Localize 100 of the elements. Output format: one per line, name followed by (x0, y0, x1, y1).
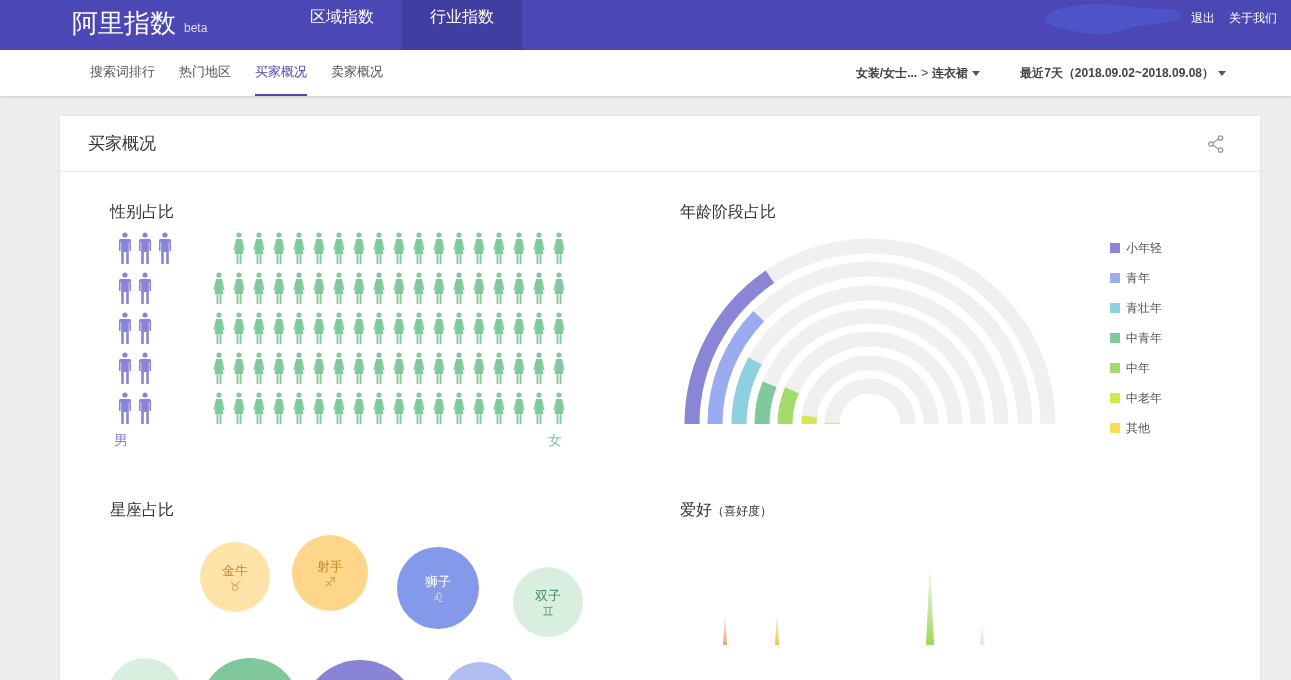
nav-tab[interactable]: 区域指数 (282, 0, 402, 50)
female-figure-icon (392, 272, 406, 304)
male-figure-icon (138, 392, 152, 424)
date-dropdown[interactable]: 最近7天（2018.09.02~2018.09.08） (1020, 50, 1226, 96)
ring-bar (801, 415, 817, 425)
male-figure-icon (138, 272, 152, 304)
female-figure-icon (512, 312, 526, 344)
category-dropdown[interactable]: 女装/女士... > 连衣裙 (855, 50, 981, 96)
female-figure-icon (412, 352, 426, 384)
female-figure-icon (452, 392, 466, 424)
male-figure-icon (138, 312, 152, 344)
female-figure-icon (432, 272, 446, 304)
female-figure-icon (232, 392, 246, 424)
female-figure-icon (452, 272, 466, 304)
female-figure-icon (472, 392, 486, 424)
bubble-label: 狮子 (425, 572, 451, 591)
sub-tab[interactable]: 热门地区 (179, 50, 231, 96)
female-figure-icon (352, 232, 366, 264)
female-figure-icon (352, 392, 366, 424)
sub-tab[interactable]: 卖家概况 (331, 50, 383, 96)
female-figure-icon (492, 392, 506, 424)
female-figure-icon (372, 352, 386, 384)
zodiac-symbol: ♌ (432, 590, 444, 604)
female-figure-icon (372, 272, 386, 304)
female-figure-icon (312, 352, 326, 384)
female-figure-icon (332, 312, 346, 344)
female-label: 女 (548, 432, 562, 450)
female-figure-icon (392, 312, 406, 344)
female-figure-icon (292, 272, 306, 304)
female-figure-icon (392, 232, 406, 264)
female-figure-icon (552, 352, 566, 384)
female-figure-icon (212, 352, 226, 384)
legend-label: 小年轻 (1126, 239, 1162, 257)
female-figure-icon (452, 312, 466, 344)
section-subtitle: （喜好度） (712, 504, 772, 518)
female-figure-icon (472, 232, 486, 264)
female-figure-icon (272, 312, 286, 344)
legend-label: 中青年 (1126, 329, 1162, 347)
sub-tab[interactable]: 搜索词排行 (90, 50, 155, 96)
female-figure-icon (332, 232, 346, 264)
female-figure-icon (512, 232, 526, 264)
female-figure-icon (312, 232, 326, 264)
female-figure-icon (212, 272, 226, 304)
female-figure-icon (392, 392, 406, 424)
female-figure-icon (312, 272, 326, 304)
section-title: 年龄阶段占比 (680, 202, 777, 222)
female-figure-icon (512, 352, 526, 384)
male-figure-icon (118, 232, 132, 264)
logo[interactable]: 阿里指数 (72, 6, 176, 41)
bubble-label: 金牛 (222, 561, 248, 580)
legend-label: 青年 (1126, 269, 1150, 287)
female-figure-icon (332, 352, 346, 384)
female-figure-icon (292, 352, 306, 384)
bubble-label: 射手 (317, 557, 343, 576)
male-figure-icon (138, 352, 152, 384)
male-figure-icon (138, 232, 152, 264)
legend-label: 其他 (1126, 419, 1150, 437)
female-figure-icon (372, 392, 386, 424)
female-figure-icon (292, 232, 306, 264)
header-link[interactable]: 退出 (1191, 0, 1215, 50)
female-figure-icon (332, 272, 346, 304)
female-figure-icon (292, 312, 306, 344)
male-figure-icon (118, 352, 132, 384)
beta-label: beta (184, 21, 208, 35)
female-figure-icon (232, 232, 246, 264)
female-figure-icon (532, 352, 546, 384)
nav-tab[interactable]: 行业指数 (402, 0, 522, 50)
female-figure-icon (372, 232, 386, 264)
female-figure-icon (492, 232, 506, 264)
female-figure-icon (232, 352, 246, 384)
female-figure-icon (212, 392, 226, 424)
female-figure-icon (472, 352, 486, 384)
female-figure-icon (252, 232, 266, 264)
female-figure-icon (312, 392, 326, 424)
share-icon[interactable] (1208, 134, 1224, 153)
female-figure-icon (412, 392, 426, 424)
female-figure-icon (252, 312, 266, 344)
female-figure-icon (272, 352, 286, 384)
header-link[interactable]: 关于我们 (1229, 0, 1277, 50)
female-figure-icon (232, 312, 246, 344)
sub-tab[interactable]: 买家概况 (255, 50, 307, 96)
female-figure-icon (272, 392, 286, 424)
female-figure-icon (352, 272, 366, 304)
female-figure-icon (272, 232, 286, 264)
legend-label: 青壮年 (1126, 299, 1162, 317)
female-figure-icon (552, 272, 566, 304)
female-figure-icon (432, 232, 446, 264)
female-figure-icon (532, 312, 546, 344)
female-figure-icon (292, 392, 306, 424)
female-figure-icon (272, 272, 286, 304)
female-figure-icon (532, 272, 546, 304)
male-figure-icon (158, 232, 172, 264)
female-figure-icon (412, 232, 426, 264)
legend-label: 中年 (1126, 359, 1150, 377)
female-figure-icon (452, 232, 466, 264)
female-figure-icon (332, 392, 346, 424)
female-figure-icon (232, 272, 246, 304)
male-figure-icon (118, 272, 132, 304)
zodiac-symbol: ♐ (324, 575, 336, 589)
female-figure-icon (472, 312, 486, 344)
